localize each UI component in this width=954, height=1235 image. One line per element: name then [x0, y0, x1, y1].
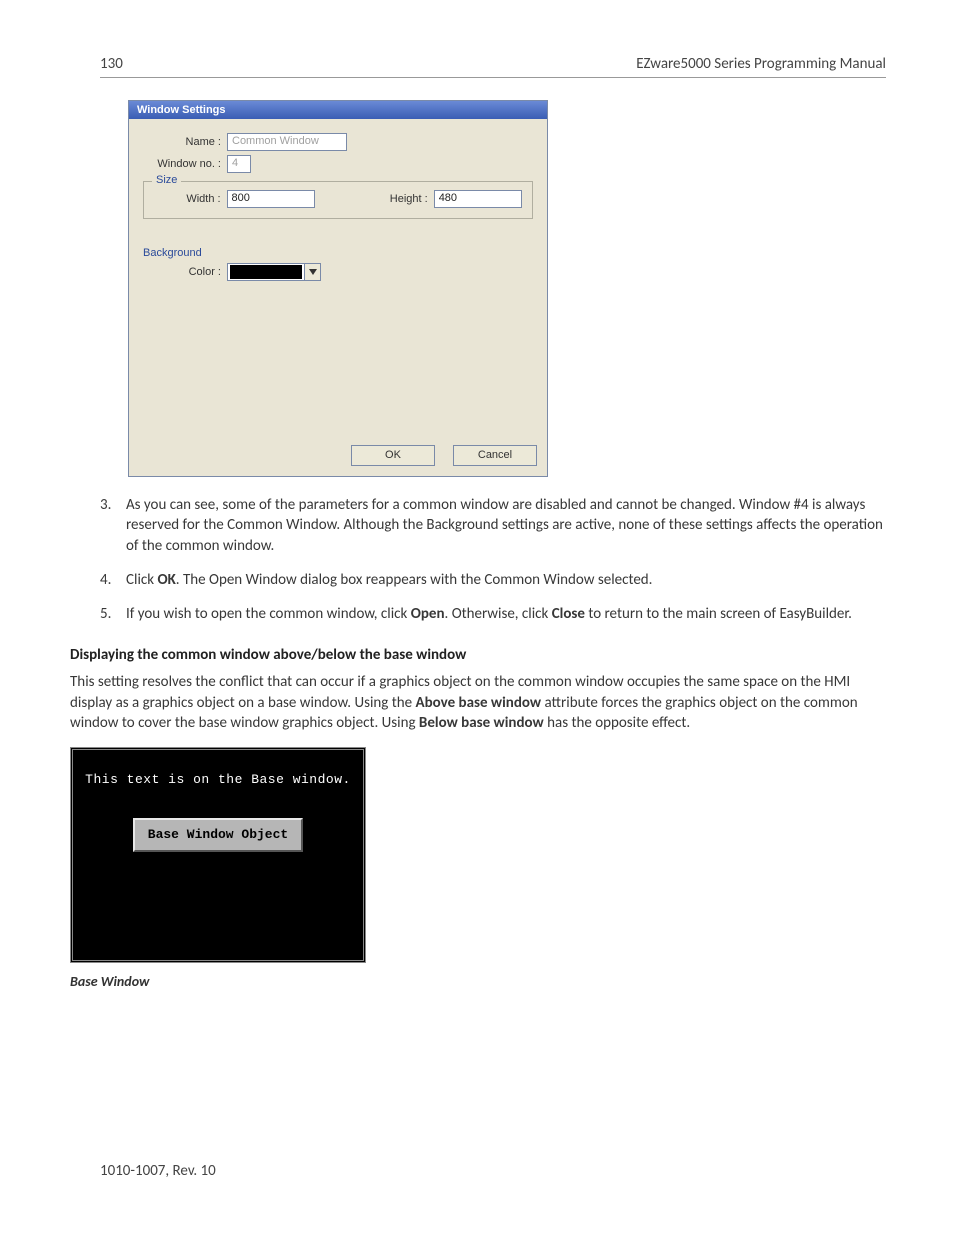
window-no-label: Window no. :: [143, 158, 227, 170]
doc-title: EZware5000 Series Programming Manual: [636, 55, 886, 73]
hmi-overlay-text: This text is on the Base window.: [73, 772, 363, 787]
hmi-caption: Base Window: [70, 973, 886, 990]
name-field: Common Window: [227, 133, 347, 151]
window-settings-dialog: Window Settings Name : Common Window Win…: [128, 100, 548, 477]
section-paragraph: This setting resolves the conflict that …: [70, 672, 886, 733]
height-label: Height :: [375, 193, 434, 205]
hmi-screenshot: This text is on the Base window. Base Wi…: [70, 747, 366, 963]
window-no-field: 4: [227, 155, 251, 173]
page-number: 130: [100, 55, 123, 73]
footer-revision: 1010-1007, Rev. 10: [100, 1162, 216, 1180]
color-label: Color :: [143, 266, 227, 278]
cancel-button[interactable]: Cancel: [453, 445, 537, 466]
chevron-down-icon[interactable]: [304, 264, 320, 280]
color-swatch: [230, 265, 302, 279]
size-fieldset: Size Width : 800 Height : 480: [143, 181, 533, 219]
page-header: 130 EZware5000 Series Programming Manual: [100, 55, 886, 78]
list-item: 3. As you can see, some of the parameter…: [100, 495, 886, 556]
color-picker[interactable]: [227, 263, 321, 281]
list-item: 5. If you wish to open the common window…: [100, 604, 886, 624]
name-label: Name :: [143, 136, 227, 148]
background-legend: Background: [143, 247, 533, 259]
list-item: 4. Click OK. The Open Window dialog box …: [100, 570, 886, 590]
section-heading: Displaying the common window above/below…: [70, 646, 886, 664]
ok-button[interactable]: OK: [351, 445, 435, 466]
dialog-title: Window Settings: [129, 101, 547, 119]
instruction-list: 3. As you can see, some of the parameter…: [100, 495, 886, 624]
size-legend: Size: [152, 174, 181, 186]
height-field[interactable]: 480: [434, 190, 522, 208]
width-label: Width :: [154, 193, 227, 205]
hmi-base-window-object: Base Window Object: [133, 818, 303, 852]
width-field[interactable]: 800: [227, 190, 315, 208]
